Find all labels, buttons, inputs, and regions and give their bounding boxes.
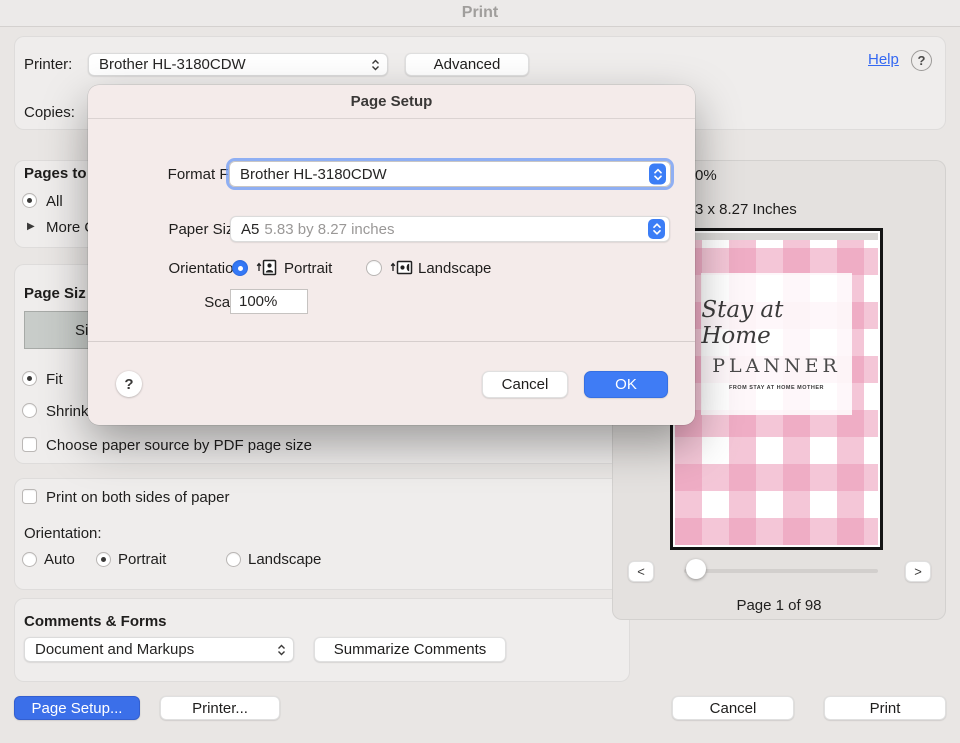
modal-ok-label: OK	[615, 376, 637, 393]
paper-size-label: Paper Size:	[116, 221, 246, 238]
shrink-radio[interactable]	[22, 403, 37, 418]
orientation-portrait-radio[interactable]	[96, 552, 111, 567]
printer-label: Printer:	[24, 56, 72, 73]
comments-select[interactable]: Document and Markups	[24, 637, 294, 662]
sizing-section-title: Page Siz	[24, 285, 86, 302]
modal-portrait-radio[interactable]	[232, 260, 248, 276]
advanced-button[interactable]: Advanced	[405, 53, 529, 76]
both-sides-checkbox[interactable]	[22, 489, 37, 504]
disclosure-triangle-icon[interactable]: ▶	[27, 221, 35, 232]
scale-value: 100%	[239, 293, 277, 310]
modal-landscape-radio[interactable]	[366, 260, 382, 276]
format-for-value: Brother HL-3180CDW	[240, 166, 387, 183]
paper-size-select[interactable]: A5 5.83 by 8.27 inches	[230, 216, 670, 242]
both-sides-label: Print on both sides of paper	[46, 489, 229, 506]
printer-select[interactable]: Brother HL-3180CDW	[88, 53, 388, 76]
window-titlebar: Print	[0, 0, 960, 27]
page-slider-knob[interactable]	[686, 559, 706, 579]
preview-size-text: 3 x 8.27 Inches	[695, 201, 797, 218]
chevron-up-down-icon	[371, 59, 380, 71]
cancel-button-label: Cancel	[710, 700, 757, 717]
modal-cancel-button[interactable]: Cancel	[482, 371, 568, 398]
size-segment-label: Si	[75, 322, 88, 339]
shrink-label: Shrink	[46, 403, 89, 420]
paper-size-detail: 5.83 by 8.27 inches	[264, 221, 394, 238]
cover-title-script: Stay at Home	[701, 297, 851, 349]
print-dialog-window: Print Printer: Brother HL-3180CDW Advanc…	[0, 0, 960, 743]
page-count-label: Page 1 of 98	[612, 597, 946, 614]
summarize-comments-button[interactable]: Summarize Comments	[314, 637, 506, 662]
help-circle-icon[interactable]: ?	[911, 50, 932, 71]
modal-orientation-label: Orientation:	[116, 260, 246, 277]
pages-section-title: Pages to	[24, 165, 87, 182]
orientation-portrait-label: Portrait	[118, 551, 166, 568]
page-slider-track[interactable]	[684, 569, 878, 573]
help-circle-glyph: ?	[918, 53, 926, 68]
cover-subtitle: FROM STAY AT HOME MOTHER	[729, 385, 824, 391]
paper-source-checkbox[interactable]	[22, 437, 37, 452]
format-for-select[interactable]: Brother HL-3180CDW	[226, 158, 674, 190]
scale-input[interactable]: 100%	[230, 289, 308, 314]
fit-radio[interactable]	[22, 371, 37, 386]
preview-page: Stay at Home PLANNER FROM STAY AT HOME M…	[675, 233, 878, 545]
modal-help-button[interactable]: ?	[116, 371, 142, 397]
modal-footer-divider	[88, 341, 695, 342]
fit-label: Fit	[46, 371, 63, 388]
page-setup-modal: Page Setup Format For: Brother HL-3180CD…	[88, 85, 695, 425]
orientation-landscape-radio[interactable]	[226, 552, 241, 567]
modal-portrait-label: Portrait	[284, 260, 332, 277]
cover-title-serif: PLANNER	[712, 355, 841, 377]
comments-select-value: Document and Markups	[35, 641, 194, 658]
copies-label: Copies:	[24, 104, 75, 121]
page-top-margin	[675, 233, 878, 240]
cover-label: Stay at Home PLANNER FROM STAY AT HOME M…	[701, 273, 851, 415]
orientation-auto-label: Auto	[44, 551, 75, 568]
chevron-up-down-icon	[649, 164, 666, 185]
orientation-label: Orientation:	[24, 525, 102, 542]
orientation-auto-radio[interactable]	[22, 552, 37, 567]
preview-page-frame: Stay at Home PLANNER FROM STAY AT HOME M…	[670, 228, 883, 550]
prev-page-button[interactable]: <	[628, 561, 654, 582]
next-page-glyph: >	[914, 564, 922, 579]
preview-zoom-text: 0%	[695, 167, 717, 184]
landscape-orientation-icon	[390, 259, 414, 276]
advanced-button-label: Advanced	[434, 56, 501, 73]
next-page-button[interactable]: >	[905, 561, 931, 582]
summarize-comments-label: Summarize Comments	[334, 641, 487, 658]
page-setup-button[interactable]: Page Setup...	[14, 696, 140, 720]
scale-label: Scale:	[116, 294, 246, 311]
page-setup-button-label: Page Setup...	[32, 700, 123, 717]
modal-help-glyph: ?	[124, 376, 133, 393]
orientation-landscape-label: Landscape	[248, 551, 321, 568]
window-title: Print	[462, 4, 498, 22]
print-button[interactable]: Print	[824, 696, 946, 720]
print-button-label: Print	[870, 700, 901, 717]
pages-all-label: All	[46, 193, 63, 210]
paper-size-value: A5	[241, 221, 259, 238]
printer-dots-button[interactable]: Printer...	[160, 696, 280, 720]
modal-title: Page Setup	[88, 85, 695, 119]
portrait-orientation-icon	[256, 259, 278, 276]
printer-select-value: Brother HL-3180CDW	[99, 56, 246, 73]
modal-landscape-label: Landscape	[418, 260, 491, 277]
pages-all-radio[interactable]	[22, 193, 37, 208]
help-link[interactable]: Help	[868, 51, 899, 68]
comments-section-title: Comments & Forms	[24, 613, 167, 630]
chevron-up-down-icon	[648, 219, 665, 239]
prev-page-glyph: <	[637, 564, 645, 579]
paper-source-label: Choose paper source by PDF page size	[46, 437, 312, 454]
modal-ok-button[interactable]: OK	[584, 371, 668, 398]
printer-dots-button-label: Printer...	[192, 700, 248, 717]
modal-cancel-label: Cancel	[502, 376, 549, 393]
chevron-up-down-icon	[277, 644, 286, 656]
cancel-button[interactable]: Cancel	[672, 696, 794, 720]
